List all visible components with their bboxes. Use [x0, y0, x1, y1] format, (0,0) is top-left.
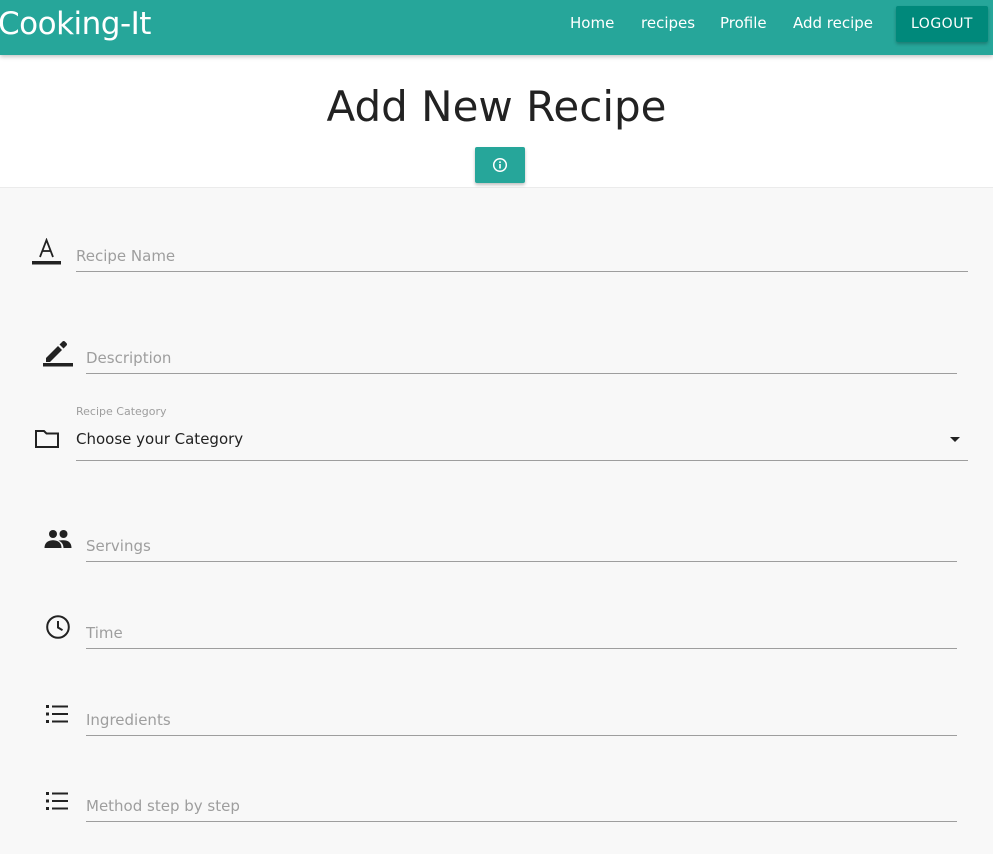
nav-link-profile[interactable]: Profile	[720, 14, 767, 32]
servings-input[interactable]	[86, 530, 957, 562]
nav-link-recipes[interactable]: recipes	[641, 14, 695, 32]
folder-icon	[35, 430, 59, 448]
dropdown-caret-icon	[950, 437, 960, 442]
category-label: Recipe Category	[76, 405, 167, 418]
clock-icon	[46, 615, 70, 639]
method-input[interactable]	[86, 790, 957, 822]
category-select[interactable]: Choose your Category	[76, 424, 968, 461]
list-icon	[46, 705, 68, 723]
time-input[interactable]	[86, 617, 957, 649]
nav-link-home[interactable]: Home	[570, 14, 614, 32]
people-icon	[44, 530, 72, 548]
edit-icon	[43, 340, 73, 367]
recipe-name-input[interactable]	[76, 240, 968, 272]
category-selected-value: Choose your Category	[76, 430, 244, 448]
page-header: Add New Recipe	[0, 55, 993, 188]
brand-logo[interactable]: Cooking-It	[0, 5, 151, 43]
nav-link-add-recipe[interactable]: Add recipe	[793, 14, 873, 32]
info-button[interactable]	[475, 147, 525, 183]
text-format-icon	[32, 238, 61, 265]
navbar: Cooking-It Home recipes Profile Add reci…	[0, 0, 993, 55]
list-icon	[46, 792, 68, 810]
info-icon	[492, 157, 508, 173]
description-input[interactable]	[86, 342, 957, 374]
ingredients-input[interactable]	[86, 704, 957, 736]
logout-button[interactable]: LOGOUT	[896, 6, 988, 42]
page-title: Add New Recipe	[326, 82, 667, 131]
